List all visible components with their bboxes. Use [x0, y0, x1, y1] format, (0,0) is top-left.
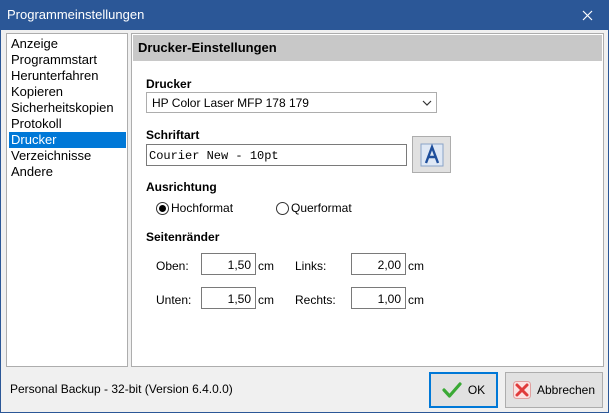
ok-button-label: OK: [467, 383, 486, 397]
nav-item-drucker[interactable]: Drucker: [9, 132, 126, 148]
margin-right-label: Rechts:: [295, 293, 336, 307]
nav-item-herunterfahren[interactable]: Herunterfahren: [9, 68, 126, 84]
choose-font-button[interactable]: [412, 136, 451, 173]
font-field-value: Courier New - 10pt: [149, 149, 279, 163]
ok-button[interactable]: OK: [429, 372, 498, 408]
margin-bottom-input[interactable]: 1,50: [201, 287, 256, 309]
panel-title: Drucker-Einstellungen: [138, 40, 277, 55]
font-field[interactable]: Courier New - 10pt: [146, 144, 407, 166]
orientation-label: Ausrichtung: [146, 180, 217, 194]
margin-top-unit: cm: [258, 259, 274, 273]
margin-left-value: 2,00: [377, 258, 401, 272]
margin-right-input[interactable]: 1,00: [351, 287, 406, 309]
close-icon: [582, 10, 592, 21]
margin-bottom-label: Unten:: [156, 293, 192, 307]
landscape-label: Querformat: [291, 201, 352, 215]
chevron-down-icon: [422, 100, 432, 106]
printer-label: Drucker: [146, 77, 192, 91]
category-list[interactable]: Anzeige Programmstart Herunterfahren Kop…: [6, 33, 128, 367]
printer-settings-panel: Drucker-Einstellungen Drucker HP Color L…: [131, 33, 604, 367]
margins-label: Seitenränder: [146, 230, 220, 244]
margin-bottom-value: 1,50: [227, 292, 251, 306]
close-button[interactable]: [566, 1, 608, 30]
margin-top-input[interactable]: 1,50: [201, 253, 256, 275]
font-label: Schriftart: [146, 128, 200, 142]
font-icon: [420, 143, 443, 166]
panel-header: Drucker-Einstellungen: [133, 35, 602, 61]
window-title: Programmeinstellungen: [7, 7, 145, 22]
margin-left-input[interactable]: 2,00: [351, 253, 406, 275]
margin-left-unit: cm: [408, 259, 424, 273]
checkmark-icon: [442, 382, 462, 398]
printer-select-value: HP Color Laser MFP 178 179: [152, 96, 309, 110]
portrait-label: Hochformat: [171, 201, 234, 215]
margin-right-unit: cm: [408, 293, 424, 307]
nav-item-sicherheitskopien[interactable]: Sicherheitskopien: [9, 100, 126, 116]
nav-item-protokoll[interactable]: Protokoll: [9, 116, 126, 132]
margin-bottom-unit: cm: [258, 293, 274, 307]
settings-dialog: Programmeinstellungen Anzeige Programmst…: [0, 0, 609, 413]
title-bar: Programmeinstellungen: [1, 1, 608, 30]
nav-item-kopieren[interactable]: Kopieren: [9, 84, 126, 100]
portrait-radio[interactable]: Hochformat: [156, 201, 233, 215]
landscape-radio[interactable]: Querformat: [276, 201, 352, 215]
printer-select[interactable]: HP Color Laser MFP 178 179: [146, 92, 437, 113]
portrait-radio-indicator[interactable]: [156, 201, 169, 215]
cancel-button[interactable]: Abbrechen: [505, 372, 603, 408]
margin-top-value: 1,50: [227, 258, 251, 272]
margin-left-label: Links:: [295, 259, 327, 273]
margin-right-value: 1,00: [377, 292, 401, 306]
version-status: Personal Backup - 32-bit (Version 6.4.0.…: [10, 382, 233, 396]
landscape-radio-indicator[interactable]: [276, 201, 289, 215]
nav-item-programmstart[interactable]: Programmstart: [9, 52, 126, 68]
nav-item-verzeichnisse[interactable]: Verzeichnisse: [9, 148, 126, 164]
margin-top-label: Oben:: [156, 259, 189, 273]
nav-item-anzeige[interactable]: Anzeige: [9, 36, 126, 52]
cancel-x-icon: [512, 381, 531, 399]
cancel-button-label: Abbrechen: [536, 383, 596, 397]
nav-item-andere[interactable]: Andere: [9, 164, 126, 180]
